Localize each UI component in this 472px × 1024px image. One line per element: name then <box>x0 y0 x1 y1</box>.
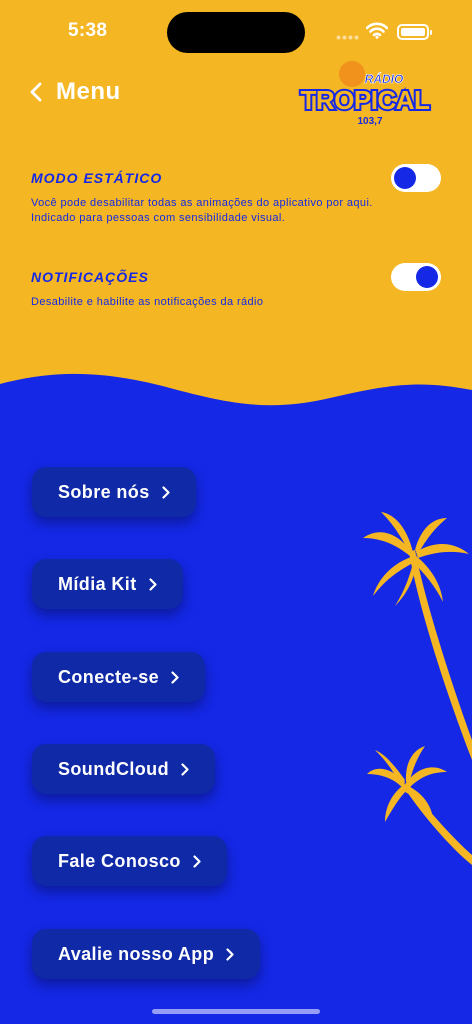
status-bar: 5:38 <box>0 0 472 64</box>
page-title: Menu <box>56 78 121 105</box>
chevron-left-icon <box>30 82 42 102</box>
toggle-knob <box>416 266 438 288</box>
chevron-right-icon <box>226 947 234 961</box>
menu-item-conecte-se[interactable]: Conecte-se <box>32 652 206 702</box>
menu-item-avalie-nosso-app[interactable]: Avalie nosso App <box>32 929 261 979</box>
menu-item-label: Mídia Kit <box>58 573 137 594</box>
wifi-icon <box>366 22 388 39</box>
chevron-right-icon <box>193 854 201 868</box>
setting-static-mode: MODO ESTÁTICO Você pode desabilitar toda… <box>31 164 441 226</box>
toggle-knob <box>394 167 416 189</box>
setting-title: NOTIFICAÇÕES <box>31 269 149 285</box>
home-indicator <box>152 1009 320 1014</box>
setting-notifications: NOTIFICAÇÕES Desabilite e habilite as no… <box>31 263 441 310</box>
palm-trees-illustration <box>363 512 472 865</box>
chevron-right-icon <box>181 762 189 776</box>
back-button[interactable]: Menu <box>30 78 121 106</box>
svg-text:103,7: 103,7 <box>357 116 382 127</box>
svg-text:RÁDIO: RÁDIO <box>365 71 404 86</box>
setting-description: Desabilite e habilite as notificações da… <box>31 296 264 308</box>
menu-item-soundcloud[interactable]: SoundCloud <box>32 744 215 794</box>
setting-description: Você pode desabilitar todas as animações… <box>31 197 373 224</box>
setting-title: MODO ESTÁTICO <box>31 170 163 186</box>
cellular-signal-icon <box>336 35 359 40</box>
menu-item-midia-kit[interactable]: Mídia Kit <box>32 559 183 609</box>
status-time: 5:38 <box>68 20 108 41</box>
menu-item-label: Sobre nós <box>58 481 150 502</box>
menu-item-label: Fale Conosco <box>58 850 181 871</box>
wave-divider <box>0 373 472 480</box>
menu-item-label: Conecte-se <box>58 666 160 687</box>
dynamic-island <box>167 12 305 53</box>
radio-tropical-logo: RÁDIO TROPICAL 103,7 <box>299 61 432 127</box>
battery-icon <box>397 24 432 40</box>
menu-item-label: Avalie nosso App <box>58 943 215 964</box>
static-mode-toggle[interactable] <box>391 164 441 192</box>
menu-item-label: SoundCloud <box>58 758 169 779</box>
menu-item-fale-conosco[interactable]: Fale Conosco <box>32 836 227 886</box>
notifications-toggle[interactable] <box>391 263 441 291</box>
chevron-right-icon <box>162 485 170 499</box>
chevron-right-icon <box>171 670 179 684</box>
menu-item-sobre-nos[interactable]: Sobre nós <box>32 467 196 517</box>
chevron-right-icon <box>149 577 157 591</box>
svg-text:TROPICAL: TROPICAL <box>301 85 431 115</box>
